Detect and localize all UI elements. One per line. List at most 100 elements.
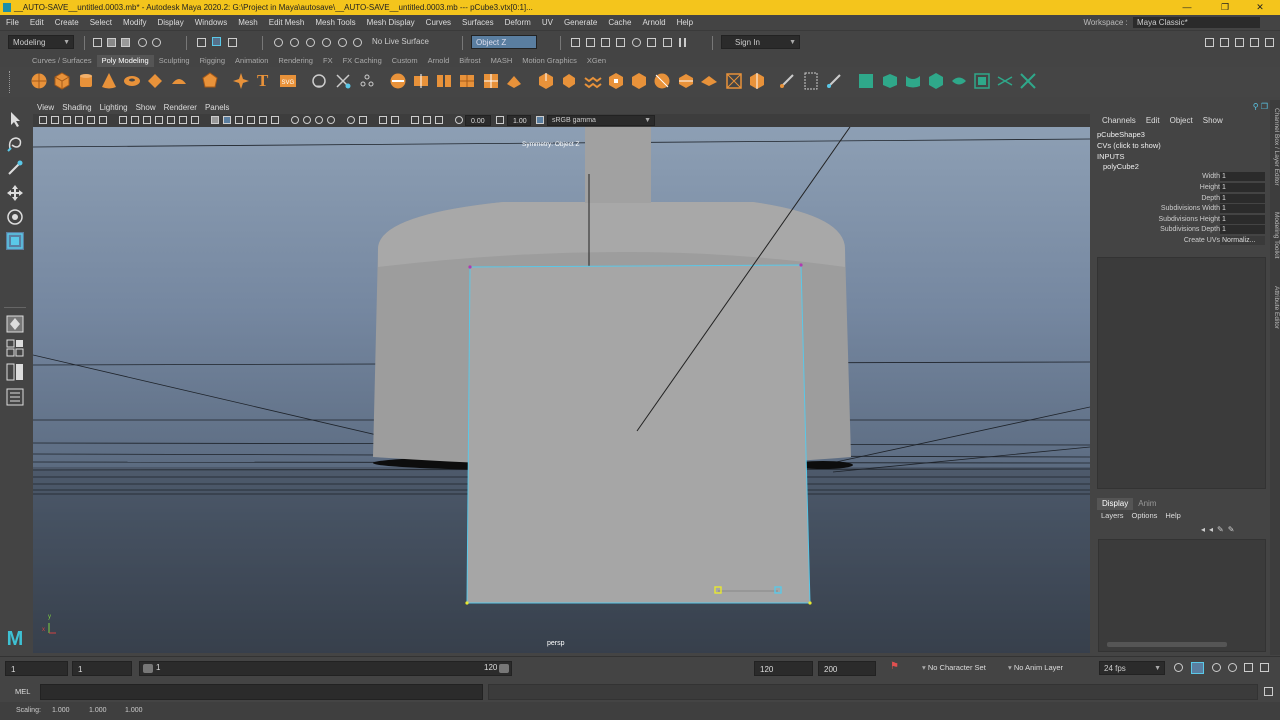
uv-cylindrical-icon[interactable]	[881, 72, 899, 90]
shadows-icon[interactable]	[271, 116, 279, 124]
wireframe-on-shaded-icon[interactable]	[235, 116, 243, 124]
retopo-icon[interactable]	[505, 72, 523, 90]
shape-node-name[interactable]: pCubeShape3	[1097, 130, 1145, 139]
attr-value-field[interactable]: 1	[1220, 194, 1265, 203]
wireframe-icon[interactable]	[211, 116, 219, 124]
menu-surfaces[interactable]: Surfaces	[456, 15, 499, 30]
platonic-solid-icon[interactable]	[201, 72, 219, 90]
camera-select-icon[interactable]	[39, 116, 47, 124]
append-polygon-icon[interactable]	[607, 72, 625, 90]
snap-point-icon[interactable]	[306, 38, 315, 47]
shelf-tab-fx[interactable]: FX	[318, 55, 338, 67]
shelf-tab-poly-modeling[interactable]: Poly Modeling	[96, 55, 154, 67]
save-scene-icon[interactable]	[121, 38, 130, 47]
animation-start-field[interactable]: 1	[5, 661, 68, 676]
menu-edit-mesh[interactable]: Edit Mesh	[263, 15, 310, 30]
menu-uv[interactable]: UV	[536, 15, 558, 30]
audio-icon[interactable]	[1212, 663, 1221, 672]
poly-cone-icon[interactable]	[100, 72, 118, 90]
scale-tool-icon[interactable]	[6, 232, 24, 250]
four-view-icon[interactable]	[6, 339, 24, 357]
snap-live-icon[interactable]	[338, 38, 347, 47]
snap-view-plane-icon[interactable]	[322, 38, 331, 47]
selected-cube-face[interactable]	[466, 264, 811, 604]
color-management-icon[interactable]	[536, 116, 544, 124]
boolean-icon[interactable]	[389, 72, 407, 90]
auto-key-icon[interactable]	[1191, 662, 1204, 674]
camera-attributes-icon[interactable]	[51, 116, 59, 124]
gate-mask-icon[interactable]	[155, 116, 163, 124]
move-layer-down-icon[interactable]: ◂	[1209, 525, 1217, 534]
layer-menu-help[interactable]: Help	[1161, 511, 1184, 520]
shelf-tab-xgen[interactable]: XGen	[582, 55, 611, 67]
svg-icon[interactable]: SVG	[279, 72, 297, 90]
minimize-button[interactable]: —	[1172, 0, 1202, 15]
sculpt-brush-icon[interactable]	[778, 72, 796, 90]
render-icon[interactable]	[586, 38, 595, 47]
shelf-tab-bifrost[interactable]: Bifrost	[454, 55, 485, 67]
menu-edit[interactable]: Edit	[24, 15, 49, 30]
extract-face-icon[interactable]	[748, 72, 766, 90]
pin-icon[interactable]: ⚲	[1253, 102, 1259, 111]
channel-menu-channels[interactable]: Channels	[1097, 114, 1141, 128]
new-layer-selected-icon[interactable]: ✎	[1228, 525, 1239, 534]
menu-mesh-display[interactable]: Mesh Display	[361, 15, 420, 30]
loop-icon[interactable]	[1174, 663, 1183, 672]
uv-planar-icon[interactable]	[857, 72, 875, 90]
uv-layout-icon[interactable]	[973, 72, 991, 90]
image-plane-icon[interactable]	[75, 116, 83, 124]
offset-edge-loop-icon[interactable]	[700, 72, 718, 90]
undo-icon[interactable]	[138, 38, 147, 47]
menu-arnold[interactable]: Arnold	[636, 15, 670, 30]
combine-icon[interactable]	[310, 72, 328, 90]
mirror-icon[interactable]	[412, 72, 430, 90]
channel-menu-show[interactable]: Show	[1198, 114, 1228, 128]
collapse-icon[interactable]	[725, 72, 743, 90]
paint-weights-icon[interactable]	[825, 72, 843, 90]
menu-create[interactable]: Create	[49, 15, 84, 30]
2d-pan-zoom-icon[interactable]	[87, 116, 95, 124]
close-button[interactable]: ✕	[1245, 0, 1275, 15]
magnet-icon[interactable]	[353, 38, 362, 47]
command-language-label[interactable]: MEL	[15, 687, 30, 696]
poly-plane-icon[interactable]	[146, 72, 164, 90]
attribute-editor-icon[interactable]	[1220, 38, 1229, 47]
vertex-point[interactable]	[799, 263, 803, 267]
layer-menu-options[interactable]: Options	[1128, 511, 1162, 520]
hud-icon[interactable]	[411, 116, 419, 124]
pause-icon[interactable]	[679, 38, 686, 47]
exposure-icon[interactable]	[455, 116, 463, 124]
select-tool-icon[interactable]	[6, 110, 24, 128]
layer-tab-anim[interactable]: Anim	[1133, 498, 1161, 510]
ambient-occlusion-icon[interactable]	[291, 116, 299, 124]
shelf-tab-arnold[interactable]: Arnold	[423, 55, 455, 67]
merge-icon[interactable]	[630, 72, 648, 90]
shelf-tab-curves-surfaces[interactable]: Curves / Surfaces	[27, 55, 97, 67]
menu-file[interactable]: File	[0, 15, 24, 30]
command-input[interactable]	[40, 684, 483, 700]
restore-button[interactable]: ❐	[1210, 0, 1240, 15]
shelf-tab-fx-caching[interactable]: FX Caching	[338, 55, 387, 67]
menu-deform[interactable]: Deform	[499, 15, 536, 30]
preferences-icon[interactable]	[1260, 663, 1269, 672]
new-scene-icon[interactable]	[93, 38, 102, 47]
playback-start-field[interactable]: 1	[72, 661, 132, 676]
character-icon[interactable]	[1244, 663, 1253, 672]
poly-torus-icon[interactable]	[123, 72, 141, 90]
anim-layer-dropdown[interactable]: ▾ No Anim Layer	[1008, 663, 1063, 672]
render-view-icon[interactable]	[647, 38, 656, 47]
insert-edge-loop-icon[interactable]	[677, 72, 695, 90]
uv-spherical-icon[interactable]	[904, 72, 922, 90]
fps-dropdown[interactable]: 24 fps ▼	[1099, 661, 1165, 675]
side-tab-attribute-editor[interactable]: Attribute Editor	[1270, 286, 1280, 344]
modeling-toolkit-icon[interactable]	[1205, 38, 1214, 47]
viewport-persp[interactable]: Symmetry: Object Z persp y x	[33, 127, 1090, 653]
poly-sphere-icon[interactable]	[30, 72, 48, 90]
poly-cube-icon[interactable]	[53, 72, 71, 90]
safe-title-icon[interactable]	[191, 116, 199, 124]
menu-generate[interactable]: Generate	[558, 15, 602, 30]
viewport-menu-view[interactable]: View	[33, 102, 58, 114]
shelf-tab-rigging[interactable]: Rigging	[195, 55, 230, 67]
uv-unfold-icon[interactable]	[950, 72, 968, 90]
viewport-menu-renderer[interactable]: Renderer	[160, 102, 201, 114]
